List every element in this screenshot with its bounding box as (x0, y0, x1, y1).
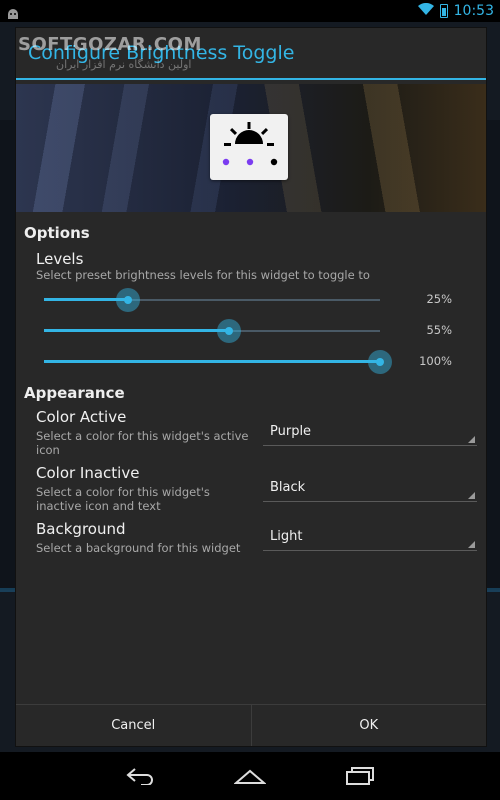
slider-thumb[interactable] (217, 319, 241, 343)
slider-fill (44, 329, 229, 332)
dropdown-value: Black (270, 480, 306, 495)
options-header: Options (24, 224, 90, 242)
level-slider-1[interactable]: 25% (44, 288, 484, 312)
setting-title: Color Active (36, 408, 127, 426)
level-dot-3 (270, 158, 278, 166)
level-dot-2 (246, 158, 254, 166)
setting-title: Background (36, 520, 126, 538)
slider-value: 25% (426, 292, 452, 306)
slider-value: 55% (426, 323, 452, 337)
back-icon[interactable] (120, 762, 160, 790)
wifi-icon (417, 2, 434, 19)
status-time: 10:53 (453, 3, 494, 19)
ok-button[interactable]: OK (250, 705, 487, 746)
appearance-header: Appearance (24, 384, 125, 402)
widget-preview (16, 84, 486, 212)
battery-icon (439, 4, 448, 18)
setting-subtitle: Select a color for this widget's inactiv… (36, 485, 210, 513)
dropdown-arrow-icon (468, 541, 475, 548)
cancel-button[interactable]: Cancel (16, 705, 251, 746)
screen: 10:53 Configure Brightness Toggle SOFTGO… (0, 0, 500, 800)
dropdown-value: Light (270, 529, 303, 544)
color-inactive-dropdown[interactable]: Black (263, 474, 477, 502)
color-active-dropdown[interactable]: Purple (263, 418, 477, 446)
dropdown-arrow-icon (468, 492, 475, 499)
android-debug-icon (6, 5, 20, 19)
slider-value: 100% (419, 354, 452, 368)
level-dot-1 (222, 158, 230, 166)
dialog-title-bar: Configure Brightness Toggle SOFTGOZAR.CO… (16, 28, 486, 80)
level-slider-2[interactable]: 55% (44, 319, 484, 343)
dropdown-value: Purple (270, 424, 312, 439)
slider-fill (44, 360, 380, 363)
brightness-icon (222, 122, 278, 166)
recent-apps-icon[interactable] (340, 762, 380, 790)
setting-subtitle: Select a color for this widget's active … (36, 429, 249, 457)
slider-thumb[interactable] (116, 288, 140, 312)
background-dropdown[interactable]: Light (263, 523, 477, 551)
slider-thumb[interactable] (368, 350, 392, 374)
navigation-bar (0, 752, 500, 800)
dialog-title: Configure Brightness Toggle (28, 42, 295, 64)
brightness-widget (210, 114, 288, 180)
home-icon[interactable] (230, 762, 270, 790)
level-slider-3[interactable]: 100% (44, 350, 484, 374)
dropdown-arrow-icon (468, 436, 475, 443)
setting-subtitle: Select a background for this widget (36, 541, 241, 555)
setting-title: Color Inactive (36, 464, 140, 482)
levels-subtitle: Select preset brightness levels for this… (36, 268, 370, 282)
status-bar: 10:53 (0, 0, 500, 22)
configure-dialog: Configure Brightness Toggle SOFTGOZAR.CO… (16, 28, 486, 746)
levels-title: Levels (36, 250, 84, 268)
dialog-button-bar: Cancel OK (16, 704, 486, 746)
